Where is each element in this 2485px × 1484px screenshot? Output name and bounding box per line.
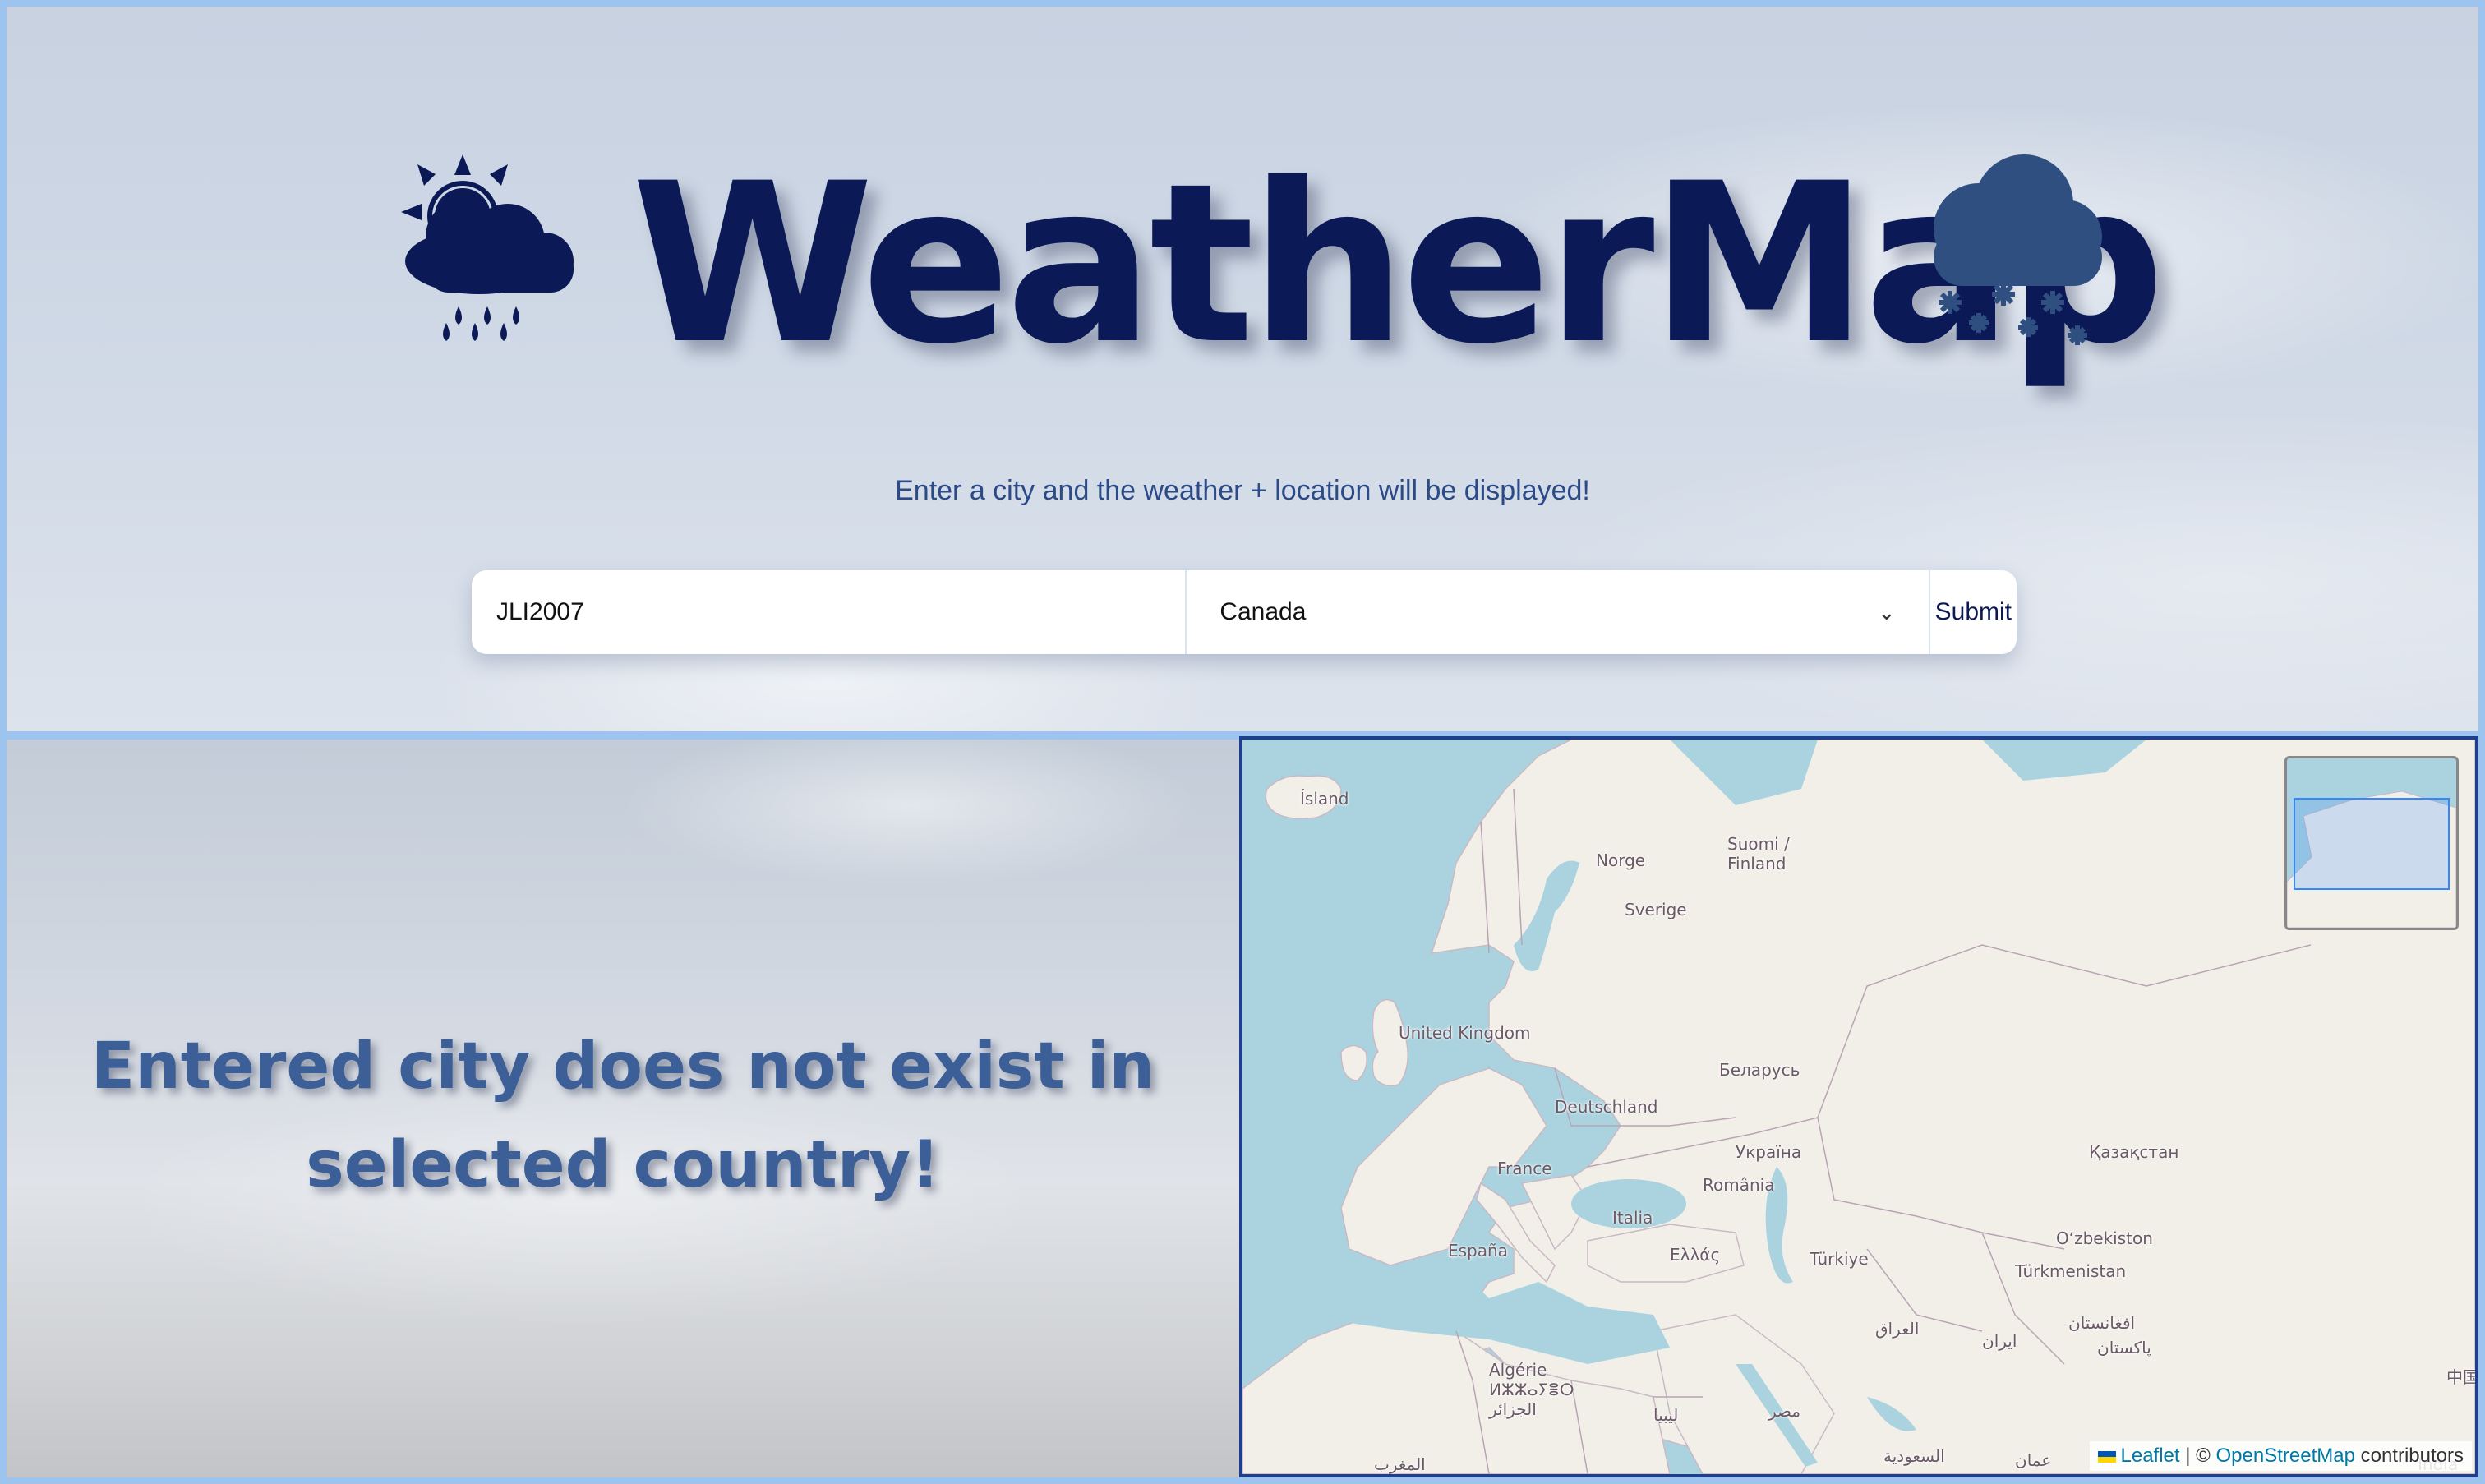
map-label: România xyxy=(1703,1175,1775,1195)
map-label: Norge xyxy=(1596,850,1646,870)
map-label: پاکستان xyxy=(2097,1338,2151,1357)
minimap[interactable] xyxy=(2284,756,2459,930)
map-label: United Kingdom xyxy=(1399,1023,1531,1043)
map-label: Italia xyxy=(1612,1208,1653,1228)
attribution-suffix: contributors xyxy=(2360,1445,2464,1467)
map-view[interactable]: Ísland Norge Suomi / Finland Sverige United … xyxy=(1239,736,2478,1477)
attribution-separator: | © xyxy=(2185,1445,2211,1467)
map-label: Ísland xyxy=(1300,789,1349,809)
openstreetmap-link[interactable]: OpenStreetMap xyxy=(2216,1445,2355,1467)
map-label: المغرب xyxy=(1374,1454,1426,1474)
map-label: Deutschland xyxy=(1555,1097,1658,1117)
tagline: Enter a city and the weather + location … xyxy=(895,475,1590,506)
map-label: Sverige xyxy=(1625,900,1687,919)
map-label: السعودية xyxy=(1883,1446,1945,1466)
map-label: ایران xyxy=(1982,1331,2017,1351)
map-label: Ελλάς xyxy=(1670,1245,1721,1265)
map-label: O‘zbekiston xyxy=(2056,1228,2153,1248)
map-label: عمان xyxy=(2015,1450,2052,1470)
map-label: 中国 xyxy=(2446,1367,2478,1387)
sun-cloud-rain-icon xyxy=(401,154,574,341)
result-panel: Entered city does not exist in selected … xyxy=(7,740,1239,1477)
country-select-value: Canada xyxy=(1219,598,1307,625)
cloud-snow-icon xyxy=(1934,154,2102,345)
submit-button[interactable]: Submit xyxy=(1930,570,2017,654)
city-input[interactable] xyxy=(472,570,1187,654)
map-label: Қазақстан xyxy=(2089,1142,2179,1162)
map-label: España xyxy=(1448,1241,1508,1260)
chevron-down-icon: ⌄ xyxy=(1877,599,1896,624)
map-label: Türkmenistan xyxy=(2015,1261,2127,1281)
map-label: Algérie ⵍⵣⵣⴰⵢⴻⵔ الجزائر xyxy=(1489,1360,1574,1419)
map-label: العراق xyxy=(1875,1319,1920,1339)
map-label: Беларусь xyxy=(1719,1060,1800,1080)
minimap-viewport[interactable] xyxy=(2294,798,2450,890)
error-message: Entered city does not exist in selected … xyxy=(90,1030,1155,1202)
country-select[interactable]: Canada ⌄ xyxy=(1187,570,1930,654)
map-attribution: Leaflet | © OpenStreetMap contributors xyxy=(2089,1441,2472,1471)
header-section: WeatherMap Enter a city and the weather … xyxy=(7,7,2478,733)
map-label: France xyxy=(1497,1159,1552,1178)
title-row: WeatherMap xyxy=(7,138,2478,401)
map-label: افغانستان xyxy=(2068,1313,2136,1333)
map-label: Suomi / Finland xyxy=(1727,834,1790,873)
ukraine-flag-icon xyxy=(2097,1450,2116,1463)
map-label: Україна xyxy=(1736,1142,1802,1162)
map-label: مصر xyxy=(1768,1401,1801,1421)
map-label: Türkiye xyxy=(1810,1249,1869,1269)
search-form: Canada ⌄ Submit xyxy=(472,570,2017,654)
map-label: ليبيا xyxy=(1653,1405,1679,1425)
leaflet-link[interactable]: Leaflet xyxy=(2121,1445,2180,1467)
